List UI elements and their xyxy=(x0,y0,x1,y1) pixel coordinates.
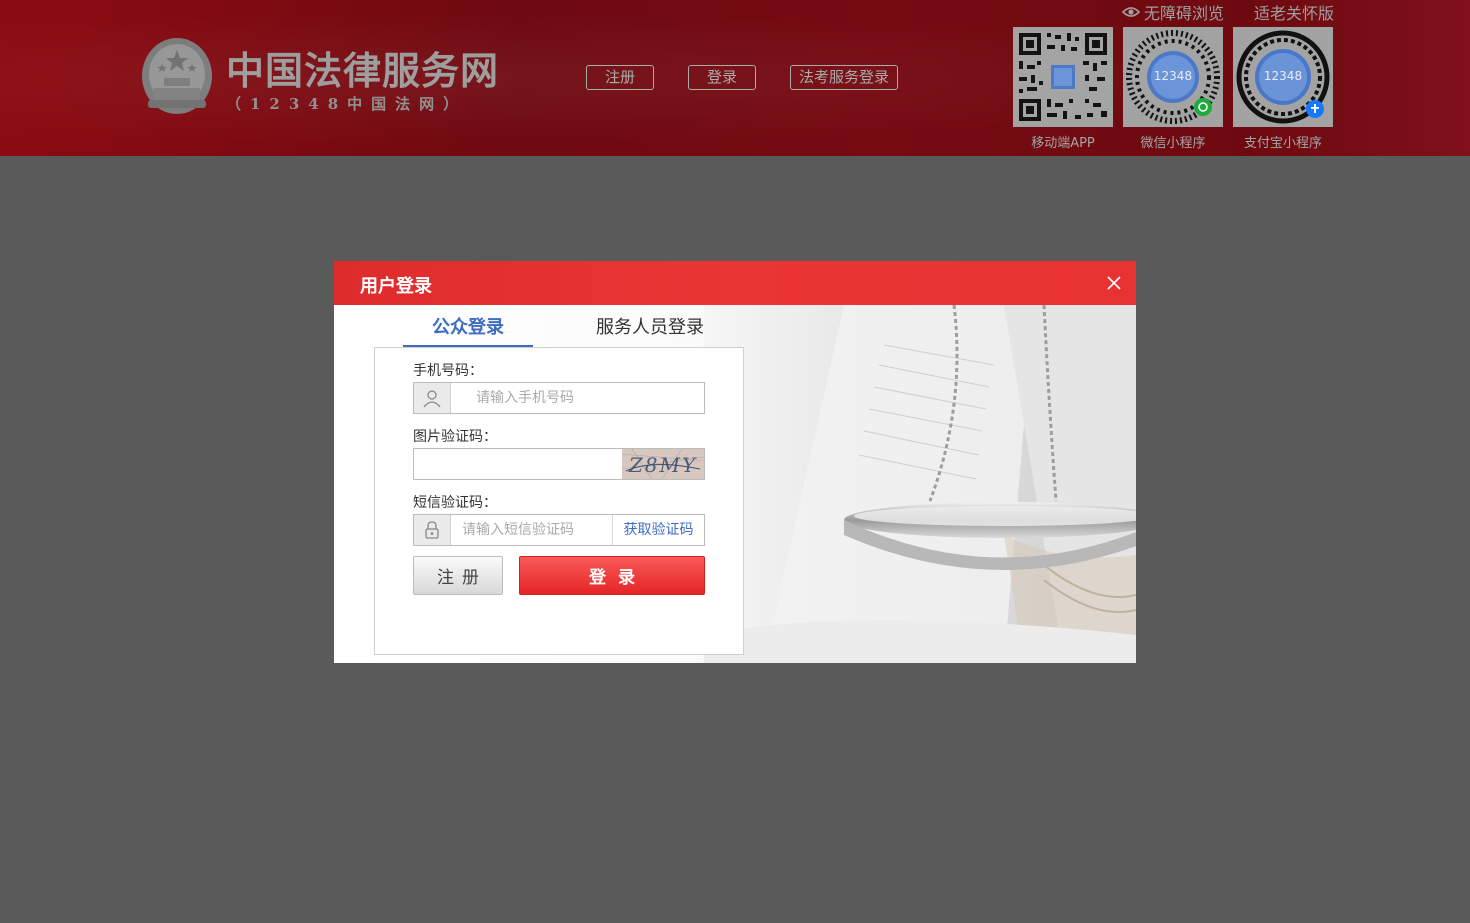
captcha-image[interactable]: Z8MY xyxy=(622,449,704,479)
sms-field: 获取验证码 xyxy=(413,514,705,546)
login-dialog-title: 用户登录 xyxy=(360,276,432,297)
tab-staff-login[interactable]: 服务人员登录 xyxy=(585,313,715,348)
user-icon xyxy=(414,383,451,413)
accessibility-link[interactable]: 无障碍浏览 xyxy=(1122,2,1225,23)
header-register-button[interactable]: 注册 xyxy=(586,65,654,90)
national-emblem-logo[interactable] xyxy=(140,36,214,116)
lock-icon xyxy=(414,515,451,545)
qr-card-app: 移动端APP xyxy=(1013,27,1113,151)
site-header: 中国法律服务网 （12348中国法网） 注册 登录 法考服务登录 无障碍浏览 适… xyxy=(0,0,1470,156)
phone-label: 手机号码： xyxy=(413,363,483,379)
qr-label-wechat: 微信小程序 xyxy=(1140,136,1206,151)
header-login-button[interactable]: 登录 xyxy=(688,65,756,90)
phone-input[interactable] xyxy=(476,383,696,413)
wechat-qr-badge: 12348 xyxy=(1154,69,1192,83)
alipay-qr-badge: 12348 xyxy=(1264,69,1302,83)
register-button[interactable]: 注册 xyxy=(413,556,503,595)
qr-card-wechat: 12348 微信小程序 xyxy=(1123,27,1223,151)
login-button[interactable]: 登录 xyxy=(519,556,705,595)
eye-icon xyxy=(1122,7,1140,17)
wechat-mini-program-code[interactable]: 12348 xyxy=(1123,27,1223,127)
elderly-mode-link[interactable]: 适老关怀版 xyxy=(1254,2,1335,23)
qr-label-alipay: 支付宝小程序 xyxy=(1243,136,1322,151)
tab-public-login[interactable]: 公众登录 xyxy=(403,313,533,348)
accessibility-link-label: 无障碍浏览 xyxy=(1144,4,1225,23)
qr-label-app: 移动端APP xyxy=(1031,136,1095,151)
captcha-input[interactable] xyxy=(422,449,618,479)
close-icon[interactable] xyxy=(1106,275,1122,291)
elderly-mode-link-label: 适老关怀版 xyxy=(1254,4,1335,23)
app-qr-code[interactable] xyxy=(1013,27,1113,127)
justice-scale-illustration xyxy=(704,305,1136,663)
get-sms-code-button[interactable]: 获取验证码 xyxy=(612,515,704,545)
site-title: 中国法律服务网 xyxy=(226,48,500,93)
login-dialog-header: 用户登录 xyxy=(334,261,1136,305)
site-subtitle: （12348中国法网） xyxy=(226,95,468,113)
captcha-text: Z8MY xyxy=(628,453,697,477)
qr-card-alipay: 12348 支付宝小程序 xyxy=(1233,27,1333,151)
login-form: 手机号码： 图片验证码： xyxy=(374,347,744,655)
login-dialog-body: 公众登录 服务人员登录 手机号码： 图片验证码： xyxy=(334,305,1136,663)
sms-code-input[interactable] xyxy=(462,515,610,545)
captcha-field: Z8MY xyxy=(413,448,705,480)
phone-field xyxy=(413,382,705,414)
captcha-label: 图片验证码： xyxy=(413,429,497,445)
top-links: 无障碍浏览 适老关怀版 xyxy=(1122,2,1335,23)
sms-label: 短信验证码： xyxy=(413,495,497,511)
login-dialog: 用户登录 公众登录 服务人员登录 手机号码： 请输入手机号码 图片验证码： Z8… xyxy=(334,261,1136,663)
alipay-mini-program-code[interactable]: 12348 xyxy=(1233,27,1333,127)
exam-service-login-button[interactable]: 法考服务登录 xyxy=(790,65,898,90)
